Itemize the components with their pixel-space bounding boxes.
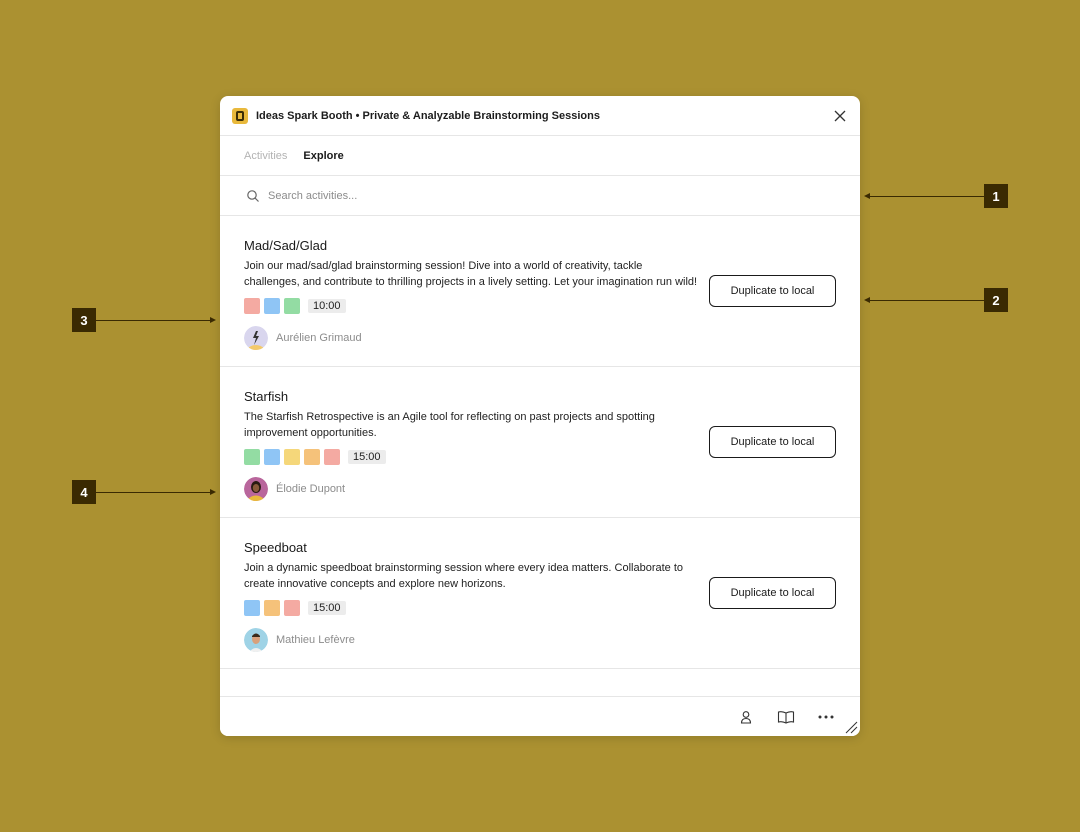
close-icon[interactable] xyxy=(832,108,848,124)
callout-arrowhead xyxy=(864,297,870,303)
resize-handle-icon[interactable] xyxy=(844,720,858,734)
color-swatch xyxy=(244,298,260,314)
search-input[interactable] xyxy=(268,189,860,202)
activity-item: Starfish The Starfish Retrospective is a… xyxy=(220,367,860,518)
duplicate-to-local-button[interactable]: Duplicate to local xyxy=(709,426,836,458)
app-logo-icon xyxy=(232,107,248,124)
duplicate-to-local-button[interactable]: Duplicate to local xyxy=(709,275,836,307)
activity-author: Aurélien Grimaud xyxy=(244,326,836,350)
footer-toolbar xyxy=(220,696,860,736)
tab-explore[interactable]: Explore xyxy=(303,150,343,162)
plugin-window: Ideas Spark Booth • Private & Analyzable… xyxy=(220,96,860,736)
activity-name: Speedboat xyxy=(244,540,307,555)
tab-bar: Activities Explore xyxy=(220,136,860,176)
color-swatch xyxy=(264,600,280,616)
color-swatch xyxy=(264,449,280,465)
color-swatch xyxy=(244,449,260,465)
duplicate-to-local-button[interactable]: Duplicate to local xyxy=(709,577,836,609)
duration-badge: 15:00 xyxy=(308,601,346,615)
color-swatch xyxy=(324,449,340,465)
duration-badge: 15:00 xyxy=(348,450,386,464)
activity-author: Élodie Dupont xyxy=(244,477,836,501)
book-icon[interactable] xyxy=(776,707,796,727)
author-name: Aurélien Grimaud xyxy=(276,332,362,344)
color-swatch xyxy=(284,600,300,616)
activity-item: Mad/Sad/Glad Join our mad/sad/glad brain… xyxy=(220,216,860,367)
more-icon[interactable] xyxy=(816,707,836,727)
activity-author: Mathieu Lefèvre xyxy=(244,628,836,652)
avatar xyxy=(244,477,268,501)
color-swatch xyxy=(304,449,320,465)
callout-arrowhead xyxy=(864,193,870,199)
callout-badge: 4 xyxy=(72,480,96,504)
activity-name: Starfish xyxy=(244,389,289,404)
search-icon xyxy=(247,189,259,202)
callout-badge: 1 xyxy=(984,184,1008,208)
duration-badge: 10:00 xyxy=(308,299,346,313)
avatar xyxy=(244,326,268,350)
color-swatch xyxy=(264,298,280,314)
color-swatch xyxy=(244,600,260,616)
callout-badge: 3 xyxy=(72,308,96,332)
activity-item: Speedboat Join a dynamic speedboat brain… xyxy=(220,518,860,669)
callout-arrowhead xyxy=(210,317,216,323)
callout-arrowhead xyxy=(210,489,216,495)
window-title: Ideas Spark Booth • Private & Analyzable… xyxy=(256,109,600,122)
callout-arrow xyxy=(96,320,210,321)
activity-description: The Starfish Retrospective is an Agile t… xyxy=(244,411,655,439)
callout-badge: 2 xyxy=(984,288,1008,312)
author-name: Élodie Dupont xyxy=(276,483,346,495)
title-bar: Ideas Spark Booth • Private & Analyzable… xyxy=(220,96,860,136)
avatar xyxy=(244,628,268,652)
tab-activities[interactable]: Activities xyxy=(244,150,287,162)
user-icon[interactable] xyxy=(736,707,756,727)
color-swatch xyxy=(284,298,300,314)
search-bar xyxy=(220,176,860,216)
activity-description: Join a dynamic speedboat brainstorming s… xyxy=(244,562,684,590)
color-swatch xyxy=(284,449,300,465)
callout-arrow xyxy=(870,300,984,301)
activity-name: Mad/Sad/Glad xyxy=(244,238,328,253)
activity-description: Join our mad/sad/glad brainstorming sess… xyxy=(244,260,698,288)
callout-arrow xyxy=(96,492,210,493)
author-name: Mathieu Lefèvre xyxy=(276,634,355,646)
callout-arrow xyxy=(870,196,984,197)
